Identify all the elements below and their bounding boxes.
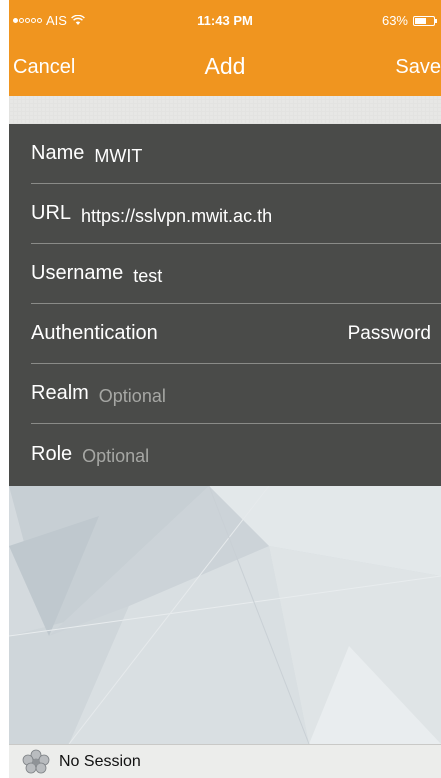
url-row[interactable]: URL https://sslvpn.mwit.ac.th <box>31 184 441 244</box>
status-bar: AIS 11:43 PM 63% <box>9 0 441 40</box>
role-field[interactable]: Optional <box>82 446 149 467</box>
role-row[interactable]: Role Optional <box>31 424 441 484</box>
name-label: Name <box>31 142 85 164</box>
session-status-text: No Session <box>59 753 141 770</box>
navigation-bar: Cancel Add Save <box>9 40 441 96</box>
flower-logo-icon <box>22 749 50 774</box>
battery-icon <box>413 15 437 26</box>
authentication-row[interactable]: Authentication Password <box>31 304 441 364</box>
clock: 11:43 PM <box>197 13 253 28</box>
realm-label: Realm <box>31 382 89 404</box>
session-status-bar: No Session <box>9 744 441 778</box>
battery-info: 63% <box>381 13 437 28</box>
username-row[interactable]: Username test <box>31 244 441 304</box>
page-title: Add <box>204 53 246 79</box>
url-label: URL <box>31 202 72 224</box>
username-field[interactable]: test <box>133 266 162 287</box>
realm-row[interactable]: Realm Optional <box>31 364 441 424</box>
role-label: Role <box>31 442 73 465</box>
app-screen: AIS 11:43 PM 63% Cancel Add Save Name MW… <box>9 0 441 778</box>
background-pattern <box>9 486 441 744</box>
authentication-value[interactable]: Password <box>348 323 431 345</box>
section-spacer <box>9 96 441 124</box>
realm-field[interactable]: Optional <box>99 386 166 407</box>
connection-form: Name MWIT URL https://sslvpn.mwit.ac.th … <box>9 124 441 486</box>
battery-percent: 63% <box>381 13 408 28</box>
username-label: Username <box>31 262 124 284</box>
background-shapes <box>9 486 441 744</box>
authentication-label: Authentication <box>31 322 158 344</box>
name-field[interactable]: MWIT <box>94 146 142 167</box>
url-field[interactable]: https://sslvpn.mwit.ac.th <box>81 206 272 227</box>
name-row[interactable]: Name MWIT <box>31 124 441 184</box>
save-button[interactable]: Save <box>395 56 441 79</box>
